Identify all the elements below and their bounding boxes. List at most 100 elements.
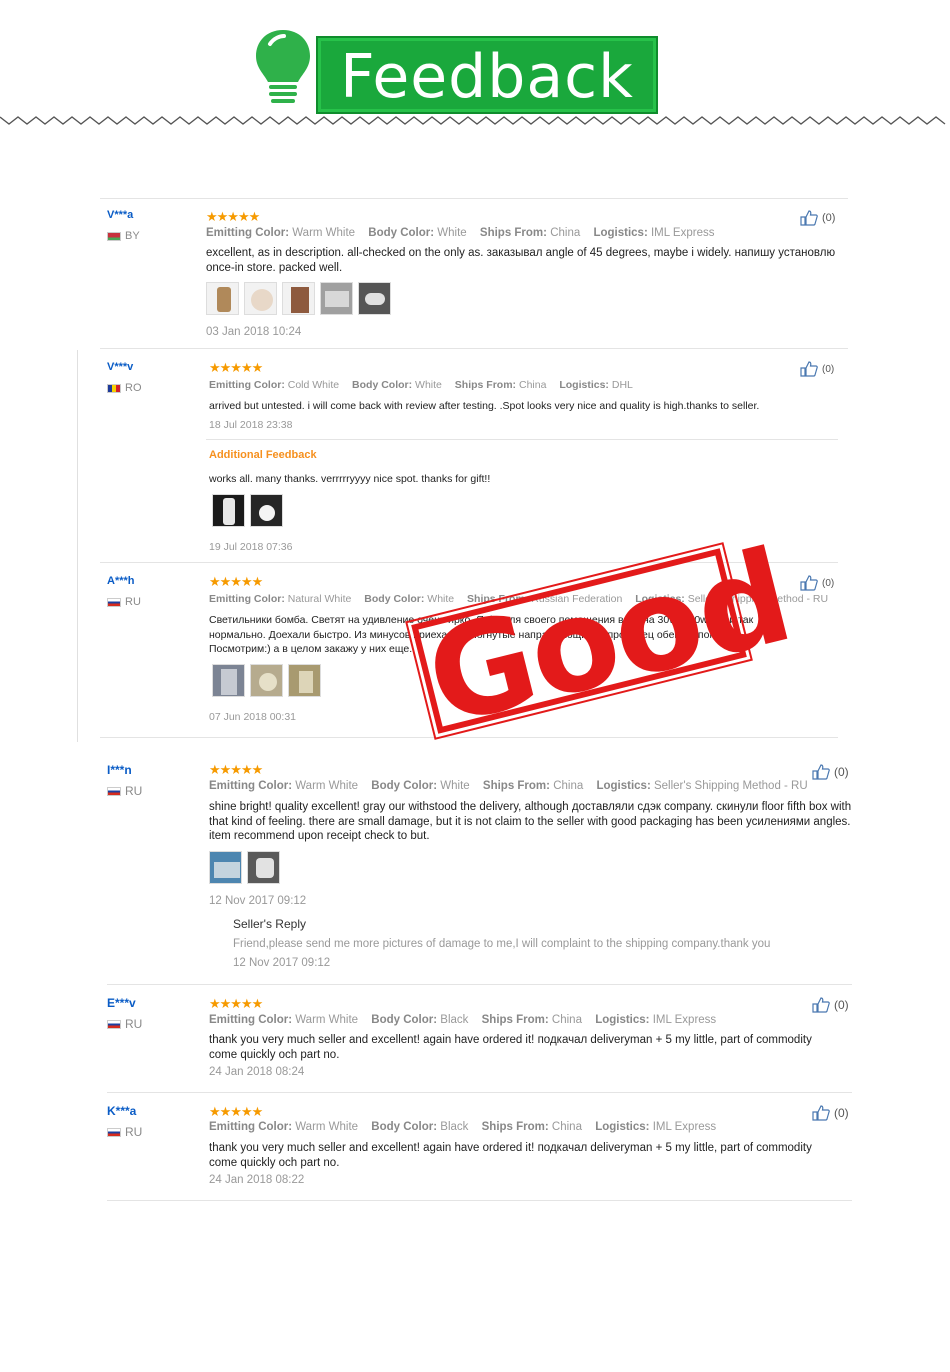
star-rating: ★★★★★: [209, 1104, 263, 1119]
feedback-title-box: Feedback: [316, 36, 658, 114]
reviewer-country: RU: [107, 784, 142, 798]
helpful-button[interactable]: (0): [800, 210, 835, 226]
country-code: RU: [125, 596, 141, 608]
reviewer-country: RO: [107, 382, 142, 394]
review-divider: [107, 984, 852, 985]
zigzag-divider: [0, 116, 946, 125]
reviewer-country: BY: [107, 230, 140, 242]
thumbs-up-icon: [800, 210, 818, 226]
review-date: 03 Jan 2018 10:24: [206, 326, 302, 338]
reviewer-name[interactable]: A***h: [107, 575, 135, 587]
country-code: RU: [125, 1017, 143, 1031]
product-attributes: Emitting Color: Warm White Body Color: B…: [209, 1014, 717, 1026]
flag-ru-icon: [107, 1127, 121, 1137]
review-photo[interactable]: [250, 664, 283, 697]
additional-feedback-date: 19 Jul 2018 07:36: [209, 541, 293, 553]
helpful-count: (0): [834, 765, 849, 779]
review-date: 07 Jun 2018 00:31: [209, 711, 296, 723]
review-photo[interactable]: [209, 851, 242, 884]
reviewer-country: RU: [107, 596, 141, 608]
review-photo[interactable]: [320, 282, 353, 315]
reviewer-name[interactable]: K***a: [107, 1104, 136, 1118]
helpful-button[interactable]: (0): [800, 361, 834, 377]
seller-reply-date: 12 Nov 2017 09:12: [233, 957, 331, 969]
country-code: RU: [125, 784, 143, 798]
helpful-count: (0): [822, 363, 835, 375]
thumbs-up-icon: [800, 361, 818, 377]
lightbulb-icon: [256, 30, 310, 103]
additional-feedback-text: works all. many thanks. verrrrryyyy nice…: [209, 473, 491, 485]
thumbs-up-icon: [800, 575, 818, 591]
product-attributes: Emitting Color: Warm White Body Color: W…: [209, 780, 808, 792]
review-text: thank you very much seller and excellent…: [209, 1034, 812, 1061]
review-photo[interactable]: [244, 282, 277, 315]
country-code: RO: [125, 382, 142, 394]
thumbs-up-icon: [812, 997, 830, 1013]
helpful-button[interactable]: (0): [812, 997, 849, 1013]
review-photo[interactable]: [247, 851, 280, 884]
helpful-count: (0): [822, 212, 836, 224]
star-rating: ★★★★★: [206, 209, 260, 224]
review-photo[interactable]: [212, 494, 245, 527]
section-side-line: [77, 350, 78, 742]
star-rating: ★★★★★: [209, 996, 263, 1011]
additional-feedback-label: Additional Feedback: [209, 449, 317, 461]
review-divider: [107, 1092, 852, 1093]
seller-reply-label: Seller's Reply: [233, 917, 306, 931]
thumbs-up-icon: [812, 1105, 830, 1121]
review-photo[interactable]: [358, 282, 391, 315]
review-photos: [209, 851, 280, 884]
review-date: 24 Jan 2018 08:22: [209, 1174, 305, 1186]
review-date: 24 Jan 2018 08:24: [209, 1066, 305, 1078]
reviewer-name[interactable]: V***a: [107, 209, 133, 221]
review-photos: [206, 282, 391, 315]
helpful-count: (0): [834, 998, 849, 1012]
product-attributes: Emitting Color: Warm White Body Color: B…: [209, 1121, 717, 1133]
flag-ru-icon: [107, 786, 121, 796]
flag-ru-icon: [107, 1019, 121, 1029]
flag-by-icon: [107, 231, 121, 241]
star-rating: ★★★★★: [209, 360, 263, 375]
review-date: 12 Nov 2017 09:12: [209, 895, 307, 907]
reviewer-name[interactable]: I***n: [107, 763, 132, 777]
good-stamp: Good: [405, 522, 803, 755]
additional-divider: [206, 439, 838, 440]
review-divider: [107, 1200, 852, 1201]
stamp-text: Good: [413, 521, 804, 755]
helpful-button[interactable]: (0): [812, 764, 849, 780]
review-text: shine bright! quality excellent! gray ou…: [209, 801, 852, 842]
product-attributes: Emitting Color: Cold White Body Color: W…: [209, 379, 633, 391]
reviewer-name[interactable]: E***v: [107, 996, 136, 1010]
review-photo[interactable]: [206, 282, 239, 315]
helpful-button[interactable]: (0): [812, 1105, 849, 1121]
review-divider: [100, 198, 848, 199]
reviewer-name[interactable]: V***v: [107, 361, 133, 373]
product-attributes: Emitting Color: Warm White Body Color: W…: [206, 227, 715, 239]
helpful-count: (0): [822, 577, 835, 589]
review-photo[interactable]: [282, 282, 315, 315]
seller-reply-text: Friend,please send me more pictures of d…: [233, 938, 771, 950]
review-photo[interactable]: [250, 494, 283, 527]
review-photo[interactable]: [212, 664, 245, 697]
thumbs-up-icon: [812, 764, 830, 780]
reviewer-country: RU: [107, 1125, 142, 1139]
review-text: arrived but untested. i will come back w…: [209, 400, 760, 412]
page-header: Feedback: [0, 0, 950, 140]
reviewer-country: RU: [107, 1017, 142, 1031]
star-rating: ★★★★★: [209, 574, 263, 589]
review-photo[interactable]: [288, 664, 321, 697]
review-text: excellent, as in description. all-checke…: [206, 247, 836, 274]
flag-ru-icon: [107, 597, 121, 607]
review-date: 18 Jul 2018 23:38: [209, 419, 293, 431]
review-divider: [100, 348, 848, 349]
flag-ro-icon: [107, 383, 121, 393]
country-code: BY: [125, 230, 140, 242]
helpful-count: (0): [834, 1106, 849, 1120]
country-code: RU: [125, 1125, 143, 1139]
page-title: Feedback: [340, 42, 634, 112]
helpful-button[interactable]: (0): [800, 575, 834, 591]
review-photos: [212, 664, 321, 697]
review-text: thank you very much seller and excellent…: [209, 1142, 812, 1169]
star-rating: ★★★★★: [209, 762, 263, 777]
additional-photos: [212, 494, 283, 527]
